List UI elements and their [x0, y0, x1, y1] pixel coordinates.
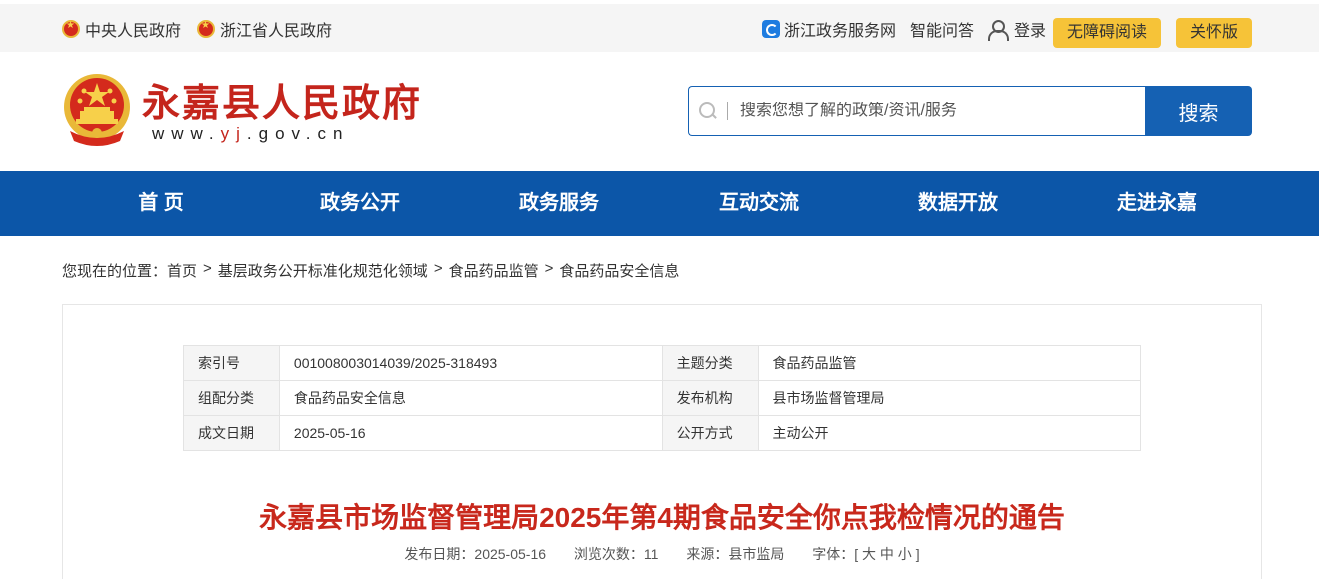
table-row: 成文日期 2025-05-16 公开方式 主动公开: [183, 415, 1141, 451]
national-emblem-icon: [197, 20, 215, 38]
article-meta: 发布日期：2025-05-16 浏览次数：11 来源：县市监局 字体：[ 大 中…: [62, 544, 1262, 564]
zj-service-label: 浙江政务服务网: [784, 23, 897, 40]
nav-home[interactable]: 首 页: [91, 171, 231, 236]
zj-service-link[interactable]: 浙江政务服务网: [762, 18, 896, 40]
user-icon: [988, 20, 1009, 41]
table-row: 索引号 001008003014039/2025-318493 主题分类 食品药…: [183, 345, 1141, 381]
meta-key: 索引号: [183, 345, 280, 381]
search-button[interactable]: 搜索: [1145, 86, 1252, 136]
site-url-highlight: yj: [220, 124, 247, 143]
breadcrumb-standardization[interactable]: 基层政务公开标准化规范化领域: [218, 260, 428, 281]
breadcrumb-separator: >: [203, 260, 212, 277]
breadcrumb-food-drug[interactable]: 食品药品监管: [449, 260, 539, 281]
breadcrumb-separator: >: [544, 260, 554, 277]
national-emblem-icon: [62, 20, 80, 38]
breadcrumb: 您现在的位置： 首页 > 基层政务公开标准化规范化领域 > 食品药品监管 > 食…: [62, 260, 679, 281]
nav-interaction[interactable]: 互动交流: [689, 171, 829, 236]
meta-key: 公开方式: [661, 415, 759, 451]
meta-value: 食品药品监管: [757, 345, 1141, 381]
central-gov-label: 中央人民政府: [85, 23, 182, 40]
nav-gov-services[interactable]: 政务服务: [489, 171, 629, 236]
site-url-prefix: www.: [152, 124, 221, 143]
smart-qa-link[interactable]: 智能问答: [910, 18, 974, 40]
search-divider: [727, 102, 728, 120]
meta-key: 发布机构: [661, 380, 759, 416]
meta-value: 县市场监督管理局: [757, 380, 1141, 416]
meta-key: 主题分类: [661, 345, 759, 381]
nav-open-data[interactable]: 数据开放: [888, 171, 1028, 236]
zj-service-icon: [762, 20, 780, 38]
meta-value: 001008003014039/2025-318493: [278, 345, 663, 381]
national-emblem-icon: [64, 74, 130, 146]
search-box: [688, 86, 1146, 136]
site-url: www.yj.gov.cn: [152, 124, 349, 144]
top-bar: 中央人民政府 浙江省人民政府 浙江政务服务网 智能问答 登录 无障碍阅读 关怀版: [0, 4, 1319, 52]
central-gov-link[interactable]: 中央人民政府: [62, 18, 181, 40]
breadcrumb-home[interactable]: 首页: [167, 260, 197, 281]
login-link[interactable]: 登录: [988, 18, 1047, 41]
publish-date: 发布日期：2025-05-16: [404, 546, 547, 562]
login-label: 登录: [1014, 23, 1047, 40]
accessible-reading-button[interactable]: 无障碍阅读: [1053, 18, 1161, 48]
view-count: 浏览次数：11: [573, 546, 659, 562]
site-name: 永嘉县人民政府: [142, 80, 423, 125]
meta-key: 成文日期: [183, 415, 280, 451]
breadcrumb-separator: >: [433, 260, 443, 277]
smart-qa-label: 智能问答: [910, 23, 975, 40]
table-row: 组配分类 食品药品安全信息 发布机构 县市场监督管理局: [183, 380, 1141, 416]
main-nav: 首 页 政务公开 政务服务 互动交流 数据开放 走进永嘉: [0, 171, 1319, 236]
meta-value: 主动公开: [757, 415, 1141, 451]
nav-about-yongjia[interactable]: 走进永嘉: [1087, 171, 1227, 236]
meta-key: 组配分类: [183, 380, 280, 416]
breadcrumb-prefix: 您现在的位置：: [62, 263, 168, 280]
search-icon: [699, 102, 717, 120]
meta-value: 2025-05-16: [278, 415, 663, 451]
provincial-gov-link[interactable]: 浙江省人民政府: [197, 18, 332, 40]
nav-gov-affairs-open[interactable]: 政务公开: [290, 171, 430, 236]
article-source: 来源：县市监局: [686, 546, 785, 562]
font-size-selector[interactable]: 字体：[ 大 中 小 ]: [812, 546, 919, 562]
article-title: 永嘉县市场监督管理局2025年第4期食品安全你点我检情况的通告: [259, 502, 1065, 533]
breadcrumb-food-drug-info[interactable]: 食品药品安全信息: [559, 260, 679, 281]
info-meta-table: 索引号 001008003014039/2025-318493 主题分类 食品药…: [183, 345, 1141, 451]
meta-value: 食品药品安全信息: [278, 380, 663, 416]
search-input[interactable]: [740, 102, 1120, 120]
care-mode-button[interactable]: 关怀版: [1176, 18, 1252, 48]
provincial-gov-label: 浙江省人民政府: [220, 23, 333, 40]
site-url-suffix: .gov.cn: [246, 124, 350, 143]
